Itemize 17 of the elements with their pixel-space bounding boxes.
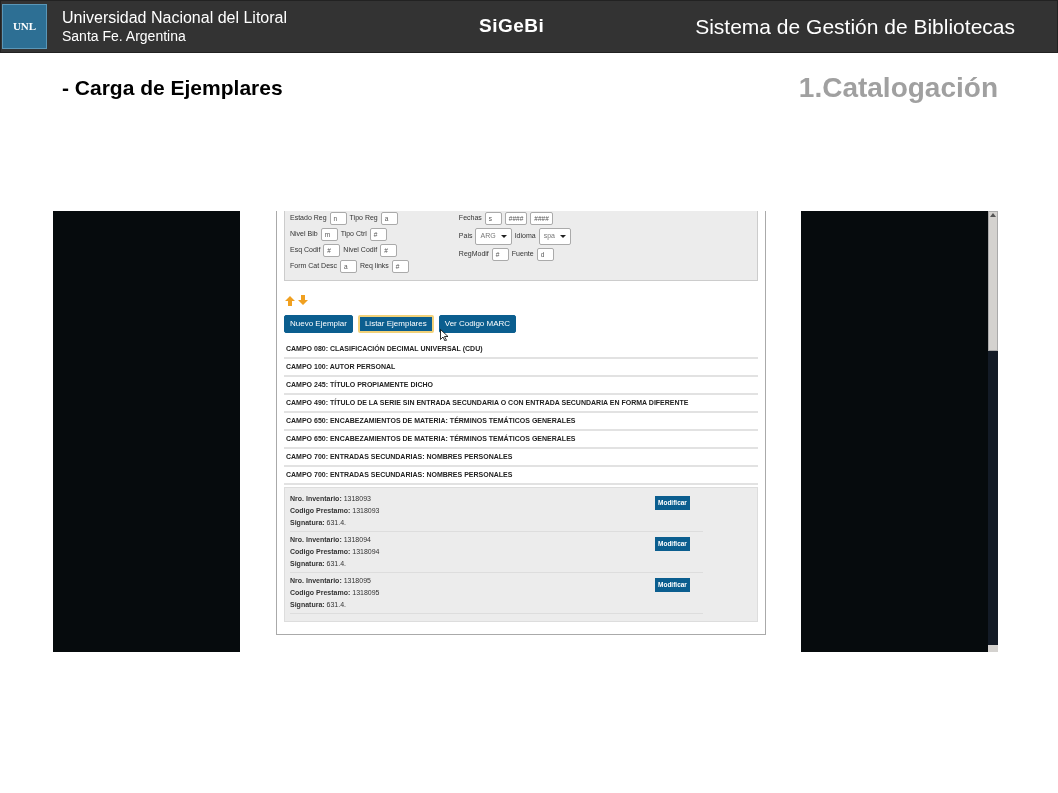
action-button[interactable]: Ver Codigo MARC (438, 315, 517, 333)
action-button[interactable]: Listar Ejemplares (357, 315, 434, 333)
slide-title: - Carga de Ejemplares (62, 75, 283, 102)
system-name: Sistema de Gestión de Bibliotecas (695, 13, 1015, 40)
section-title: 1.Catalogación (798, 71, 998, 105)
logo: UNL (2, 4, 47, 49)
cursor-icon (440, 329, 448, 341)
scroll-up-icon[interactable] (990, 213, 996, 217)
action-button[interactable]: Nuevo Ejemplar (284, 315, 353, 333)
app-name: SiGeBi (479, 14, 545, 39)
scrollbar-thumb[interactable] (988, 211, 998, 351)
up-down-arrows-icon[interactable] (284, 295, 310, 306)
dropdown-icon (559, 234, 566, 239)
dropdown-icon (500, 234, 507, 239)
location: Santa Fe. Argentina (62, 27, 187, 46)
scrollbar[interactable] (988, 211, 998, 652)
university-name: Universidad Nacional del Litoral (62, 7, 288, 28)
